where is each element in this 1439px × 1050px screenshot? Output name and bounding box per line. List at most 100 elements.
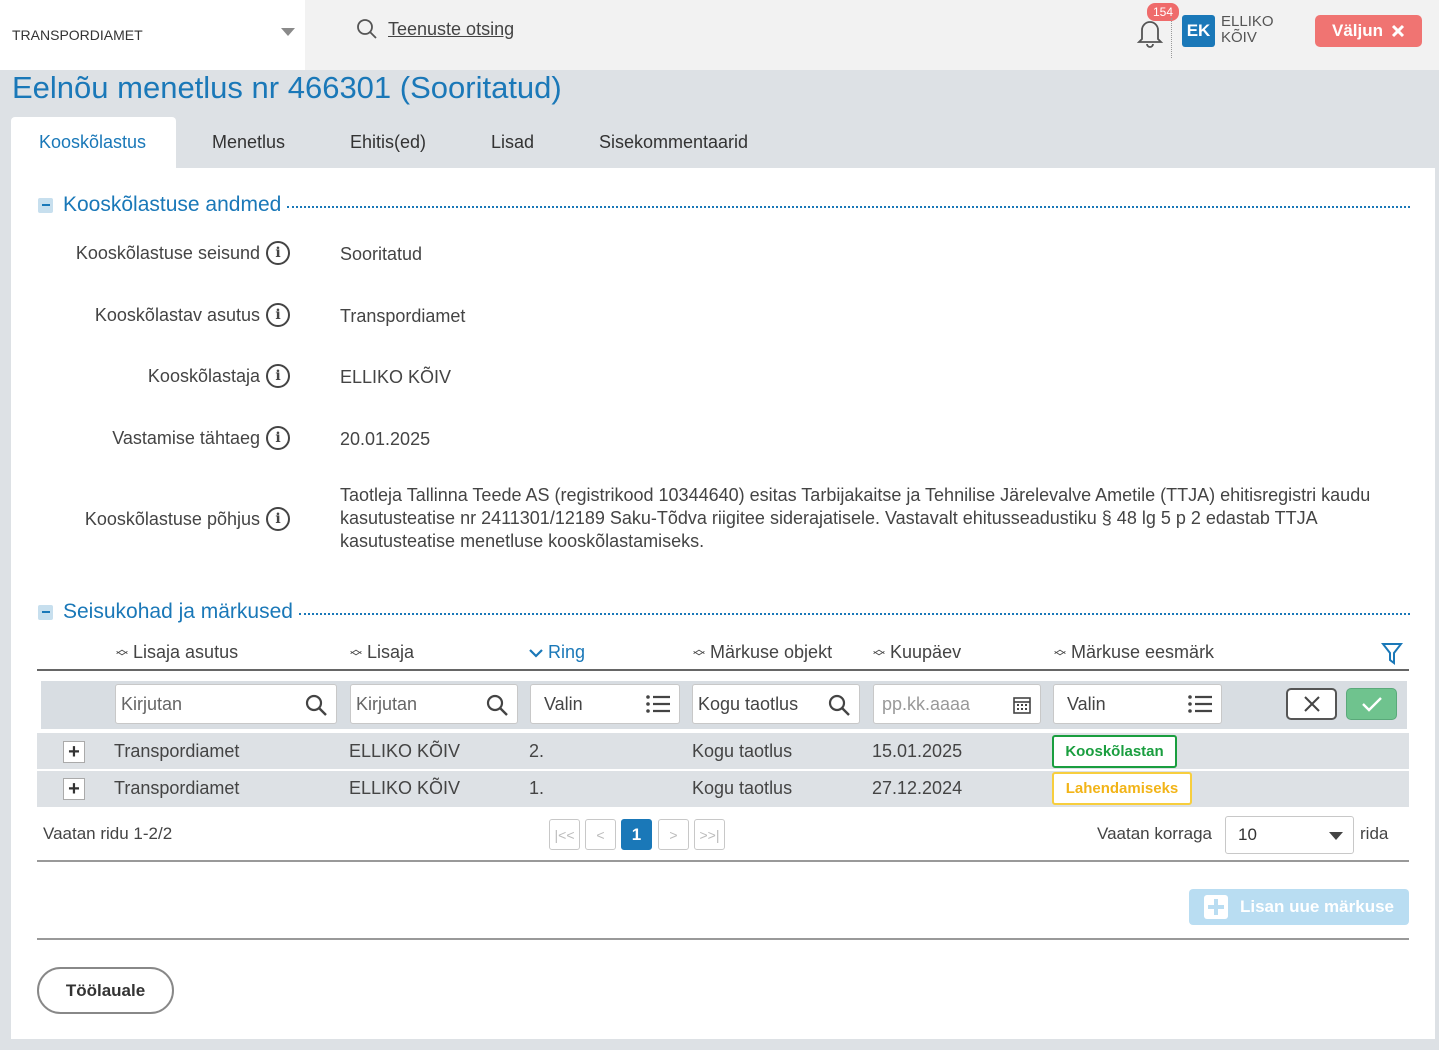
tab-kooskolastus[interactable]: Kooskõlastus xyxy=(11,117,176,168)
tab-bar: Kooskõlastus Menetlus Ehitis(ed) Lisad S… xyxy=(11,117,763,168)
filter-ring-select[interactable]: Valin xyxy=(530,684,680,724)
info-icon[interactable]: i xyxy=(266,241,290,265)
tab-lisad[interactable]: Lisad xyxy=(456,117,563,168)
chevron-down-icon xyxy=(529,648,543,658)
user-last-name: KÕIV xyxy=(1221,29,1257,46)
status-badge: Lahendamiseks xyxy=(1052,772,1192,805)
cell-ring: 2. xyxy=(529,741,545,761)
filter-placeholder: pp.kk.aaaa xyxy=(882,693,971,714)
field-value-approver: ELLIKO KÕIV xyxy=(340,367,452,387)
field-label-text: Kooskõlastav asutus xyxy=(94,304,260,325)
close-icon xyxy=(1303,696,1320,712)
service-search-link[interactable]: Teenuste otsing xyxy=(356,18,514,40)
field-label-text: Kooskõlastaja xyxy=(147,365,260,386)
tab-sisekommentaarid[interactable]: Sisekommentaarid xyxy=(563,117,763,168)
column-label: Märkuse eesmärk xyxy=(1071,642,1215,662)
sort-icon: ︿ ﹀ xyxy=(693,641,706,664)
sort-icon: ︿ ﹀ xyxy=(1054,641,1067,664)
organization-select[interactable]: TRANSPORDIAMET xyxy=(0,0,305,70)
last-page-button[interactable]: >>| xyxy=(694,819,725,850)
column-label: Kuupäev xyxy=(890,642,962,662)
expand-row-button[interactable]: + xyxy=(63,778,85,800)
sort-icon: ︿ ﹀ xyxy=(350,641,363,664)
filter-placeholder: Kirjutan xyxy=(356,693,418,714)
filter-org-input[interactable]: Kirjutan xyxy=(115,684,337,724)
notification-badge: 154 xyxy=(1147,3,1180,21)
field-label-reason: Kooskõlastuse põhjus i xyxy=(85,507,290,531)
column-label: Ring xyxy=(548,642,586,662)
cell-org: Transpordiamet xyxy=(114,778,240,798)
cell-date: 15.01.2025 xyxy=(872,741,963,761)
filter-adder-input[interactable]: Kirjutan xyxy=(350,684,518,724)
next-page-button[interactable]: > xyxy=(658,819,689,850)
remarks-section-header: Seisukohad ja märkused xyxy=(38,600,1410,624)
info-icon[interactable]: i xyxy=(266,303,290,327)
info-icon[interactable]: i xyxy=(266,364,290,388)
field-value-agency: Transpordiamet xyxy=(340,306,466,326)
avatar[interactable]: EK xyxy=(1182,15,1215,47)
field-value-reason: Taotleja Tallinna Teede AS (registrikood… xyxy=(340,485,1371,551)
details-section-header: Kooskõlastuse andmed xyxy=(38,193,1410,217)
cell-date: 27.12.2024 xyxy=(872,778,963,798)
field-label-agency: Kooskõlastav asutus i xyxy=(95,303,290,327)
search-icon xyxy=(357,19,377,39)
filter-object-input[interactable]: Kogu taotlus xyxy=(692,684,860,724)
page-title: Eelnõu menetlus nr 466301 (Sooritatud) xyxy=(12,70,562,105)
pager-info: Vaatan ridu 1-2/2 xyxy=(43,824,173,843)
section-divider xyxy=(287,206,1410,208)
check-icon xyxy=(1361,697,1382,712)
column-header-org[interactable]: ︿ ﹀ Lisaja asutus xyxy=(116,642,238,663)
rows-suffix-label: rida xyxy=(1360,824,1389,843)
column-label: Lisaja xyxy=(367,642,415,662)
filter-date-input[interactable]: pp.kk.aaaa xyxy=(873,684,1041,724)
main-panel: Kooskõlastuse andmed Kooskõlastuse seisu… xyxy=(11,168,1435,1039)
cell-adder: ELLIKO KÕIV xyxy=(349,778,461,798)
field-label-text: Kooskõlastuse seisund xyxy=(75,242,260,263)
back-to-dashboard-button[interactable]: Töölauale xyxy=(37,967,174,1014)
expand-row-button[interactable]: + xyxy=(63,741,85,763)
service-search-label: Teenuste otsing xyxy=(388,18,515,39)
search-icon xyxy=(828,694,850,716)
top-bar: TRANSPORDIAMET Teenuste otsing 154 EK EL… xyxy=(0,0,1439,70)
info-icon[interactable]: i xyxy=(266,426,290,450)
page-button[interactable]: 1 xyxy=(621,819,652,850)
logout-button[interactable]: Väljun xyxy=(1315,15,1422,47)
field-label-deadline: Vastamise tähtaeg i xyxy=(112,426,290,450)
filter-value: Kogu taotlus xyxy=(698,693,799,714)
bell-icon[interactable] xyxy=(1136,17,1164,49)
rows-per-page-select[interactable]: 10 xyxy=(1225,816,1354,854)
prev-page-button[interactable]: < xyxy=(585,819,616,850)
filter-purpose-select[interactable]: Valin xyxy=(1053,684,1222,724)
add-remark-label: Lisan uue märkuse xyxy=(1239,897,1394,916)
column-header-object[interactable]: ︿ ﹀ Märkuse objekt xyxy=(693,642,832,663)
collapse-icon[interactable] xyxy=(38,197,53,213)
calendar-icon[interactable] xyxy=(1012,695,1032,715)
section-divider xyxy=(298,613,1410,615)
add-remark-button[interactable]: Lisan uue märkuse xyxy=(1189,889,1409,925)
cell-object: Kogu taotlus xyxy=(692,741,793,761)
organization-select-value: TRANSPORDIAMET xyxy=(12,27,143,43)
tab-menetlus[interactable]: Menetlus xyxy=(176,117,315,168)
column-header-ring[interactable]: Ring xyxy=(529,642,585,663)
search-icon xyxy=(305,694,327,716)
list-icon xyxy=(1188,695,1212,713)
column-header-purpose[interactable]: ︿ ﹀ Märkuse eesmärk xyxy=(1054,642,1214,663)
collapse-icon[interactable] xyxy=(38,604,53,620)
divider xyxy=(1171,18,1172,58)
clear-filters-button[interactable] xyxy=(1286,688,1337,720)
filter-icon[interactable] xyxy=(1381,642,1403,666)
info-icon[interactable]: i xyxy=(266,507,290,531)
user-name[interactable]: ELLIKO KÕIV xyxy=(1221,14,1291,46)
column-header-date[interactable]: ︿ ﹀ Kuupäev xyxy=(873,642,961,663)
cell-object: Kogu taotlus xyxy=(692,778,793,798)
chevron-down-icon xyxy=(1329,832,1343,840)
user-first-name: ELLIKO xyxy=(1221,13,1274,30)
apply-filters-button[interactable] xyxy=(1346,688,1397,720)
close-icon xyxy=(1391,24,1405,38)
tab-ehitised[interactable]: Ehitis(ed) xyxy=(315,117,456,168)
status-badge: Kooskõlastan xyxy=(1052,735,1177,768)
list-icon xyxy=(646,695,670,713)
filter-select-value: Valin xyxy=(1067,693,1106,714)
first-page-button[interactable]: |<< xyxy=(549,819,580,850)
column-header-adder[interactable]: ︿ ﹀ Lisaja xyxy=(350,642,414,663)
